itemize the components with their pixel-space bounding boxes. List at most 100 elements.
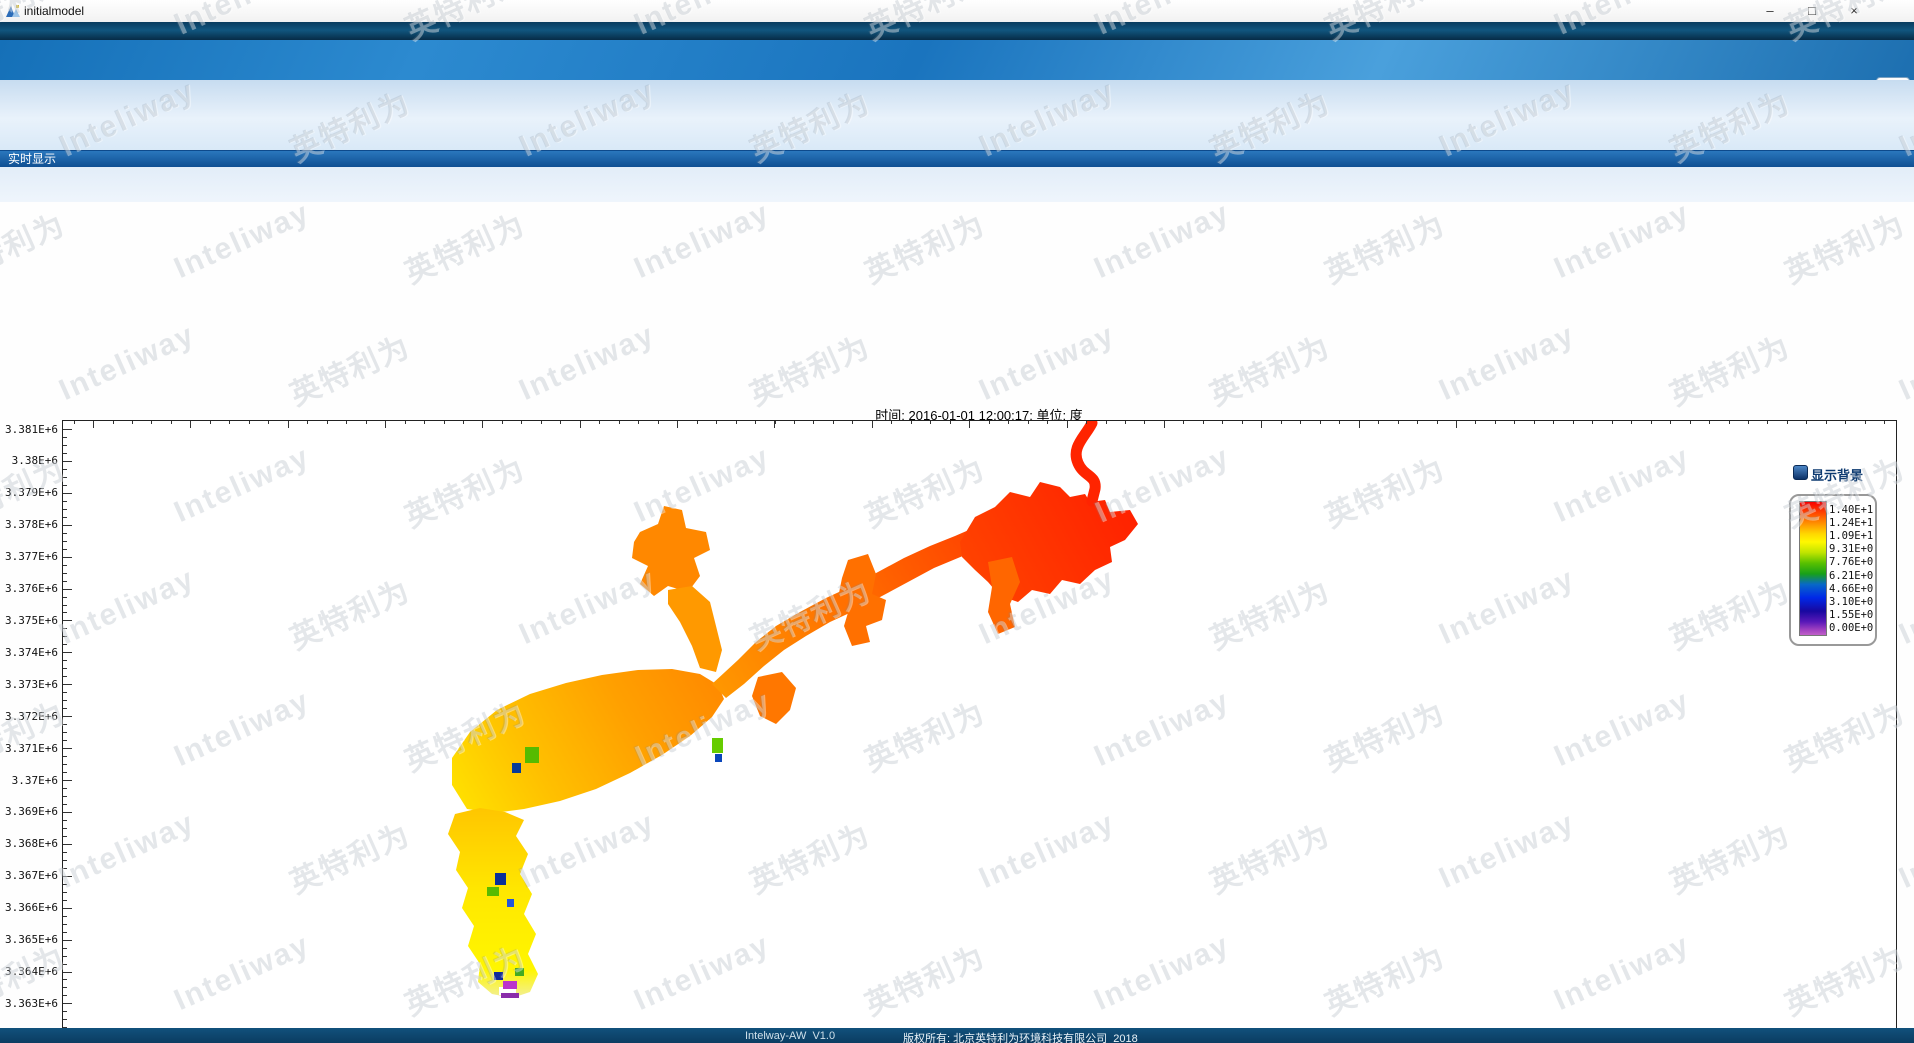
y-minor-tick [63,644,67,645]
x-minor-tick-top [1028,421,1029,424]
x-minor-tick-top [1359,421,1360,424]
y-minor-tick [63,948,67,949]
y-minor-tick [63,565,67,566]
y-minor-tick [63,972,67,973]
y-minor-tick [63,732,67,733]
maximize-button[interactable]: □ [1795,1,1829,20]
x-minor-tick-top [1612,421,1613,424]
x-minor-tick-top [1670,421,1671,424]
map-lake-east-blob [752,672,796,724]
y-minor-tick [63,1011,67,1012]
x-minor-tick-top [852,421,853,424]
x-minor-tick-top [151,421,152,424]
legend-tick-label: 6.21E+0 [1829,570,1889,582]
x-minor-tick-top [190,421,191,424]
y-minor-tick [63,940,67,941]
temperature-heatmap [63,421,1895,1043]
app-icon [5,4,21,18]
y-minor-tick [63,788,67,789]
y-minor-tick [63,1019,67,1020]
x-minor-tick-top [1690,421,1691,424]
x-minor-tick-top [1047,421,1048,424]
y-minor-tick [63,501,67,502]
y-minor-tick [63,533,67,534]
x-minor-tick-top [1495,421,1496,424]
y-minor-tick [63,884,67,885]
minimize-button[interactable]: – [1753,1,1787,20]
x-minor-tick-top [1203,421,1204,424]
x-minor-tick-top [1125,421,1126,424]
x-minor-tick-top [424,421,425,424]
y-minor-tick [63,772,67,773]
y-axis-tick-label: 3.376E+6 [0,582,58,595]
close-button[interactable]: × [1837,1,1871,20]
y-minor-tick [63,509,67,510]
y-minor-tick [63,581,67,582]
y-minor-tick [63,756,67,757]
x-minor-tick-top [1845,421,1846,424]
y-minor-tick [63,477,67,478]
x-minor-tick-top [736,421,737,424]
y-minor-tick [63,493,67,494]
x-minor-tick-top [1573,421,1574,424]
y-axis-tick-label: 3.372E+6 [0,710,58,723]
y-minor-tick [63,780,67,781]
y-minor-tick [63,597,67,598]
y-minor-tick [63,684,67,685]
legend-tick-label: 9.31E+0 [1829,543,1889,555]
y-minor-tick [63,979,67,980]
footer-copyright: 版权所有: 北京英特利为环境科技有限公司 2018 [903,1030,1138,1043]
y-minor-tick [63,964,67,965]
y-axis-tick-label: 3.369E+6 [0,805,58,818]
x-minor-tick-top [716,421,717,424]
x-minor-tick-top [1767,421,1768,424]
y-axis-tick-label: 3.375E+6 [0,614,58,627]
x-minor-tick-top [619,421,620,424]
title-bar: initialmodel – □ × [0,0,1914,22]
main-menu-bar: 项目 输入 运行 结果 帮助 环评/预警 [0,40,1914,80]
y-minor-tick [63,692,67,693]
legend-tick-label: 4.66E+0 [1829,583,1889,595]
x-minor-tick-top [950,421,951,424]
x-minor-tick-top [93,421,94,424]
y-axis-tick-label: 3.365E+6 [0,933,58,946]
x-minor-tick-top [1514,421,1515,424]
x-minor-tick-top [833,421,834,424]
x-minor-tick-top [989,421,990,424]
y-minor-tick [63,453,67,454]
y-axis-tick-label: 3.366E+6 [0,901,58,914]
y-minor-tick [63,628,67,629]
y-minor-tick [63,716,67,717]
x-minor-tick-top [1339,421,1340,424]
x-minor-tick-top [521,421,522,424]
y-minor-tick [63,995,67,996]
y-minor-tick [63,900,67,901]
x-minor-tick-top [210,421,211,424]
y-minor-tick [63,820,67,821]
x-minor-tick-top [1222,421,1223,424]
x-minor-tick-top [1437,421,1438,424]
y-minor-tick [63,700,67,701]
show-background-label: 显示背景 [1811,465,1863,484]
x-minor-tick-top [482,421,483,424]
realtime-controls-row: ✓ 关闭图形显示 指标 水温 水层 1 输出间隔(小时) 自定义图谱 显示网格 … [0,167,1914,203]
application-window: initialmodel – □ × 项目 输入 运行 结果 帮助 环评/预警 … [0,0,1914,1043]
x-minor-tick-top [638,421,639,424]
y-minor-tick [63,437,67,438]
y-minor-tick [63,844,67,845]
run-toolbar: 运行模型 已运行 0%。 暂停运行 终止运行 错误信息 [0,80,1914,150]
x-minor-tick-top [580,421,581,424]
y-minor-tick [63,828,67,829]
x-minor-tick-top [1651,421,1652,424]
x-minor-tick-top [74,421,75,424]
x-minor-tick-top [1300,421,1301,424]
show-background-checkbox[interactable] [1793,465,1808,480]
map-lake-body [452,669,724,813]
x-minor-tick-top [1534,421,1535,424]
y-minor-tick [63,668,67,669]
x-minor-tick-top [1748,421,1749,424]
x-minor-tick-top [463,421,464,424]
y-minor-tick [63,796,67,797]
legend-colorbar [1799,501,1827,636]
y-minor-tick [63,557,67,558]
